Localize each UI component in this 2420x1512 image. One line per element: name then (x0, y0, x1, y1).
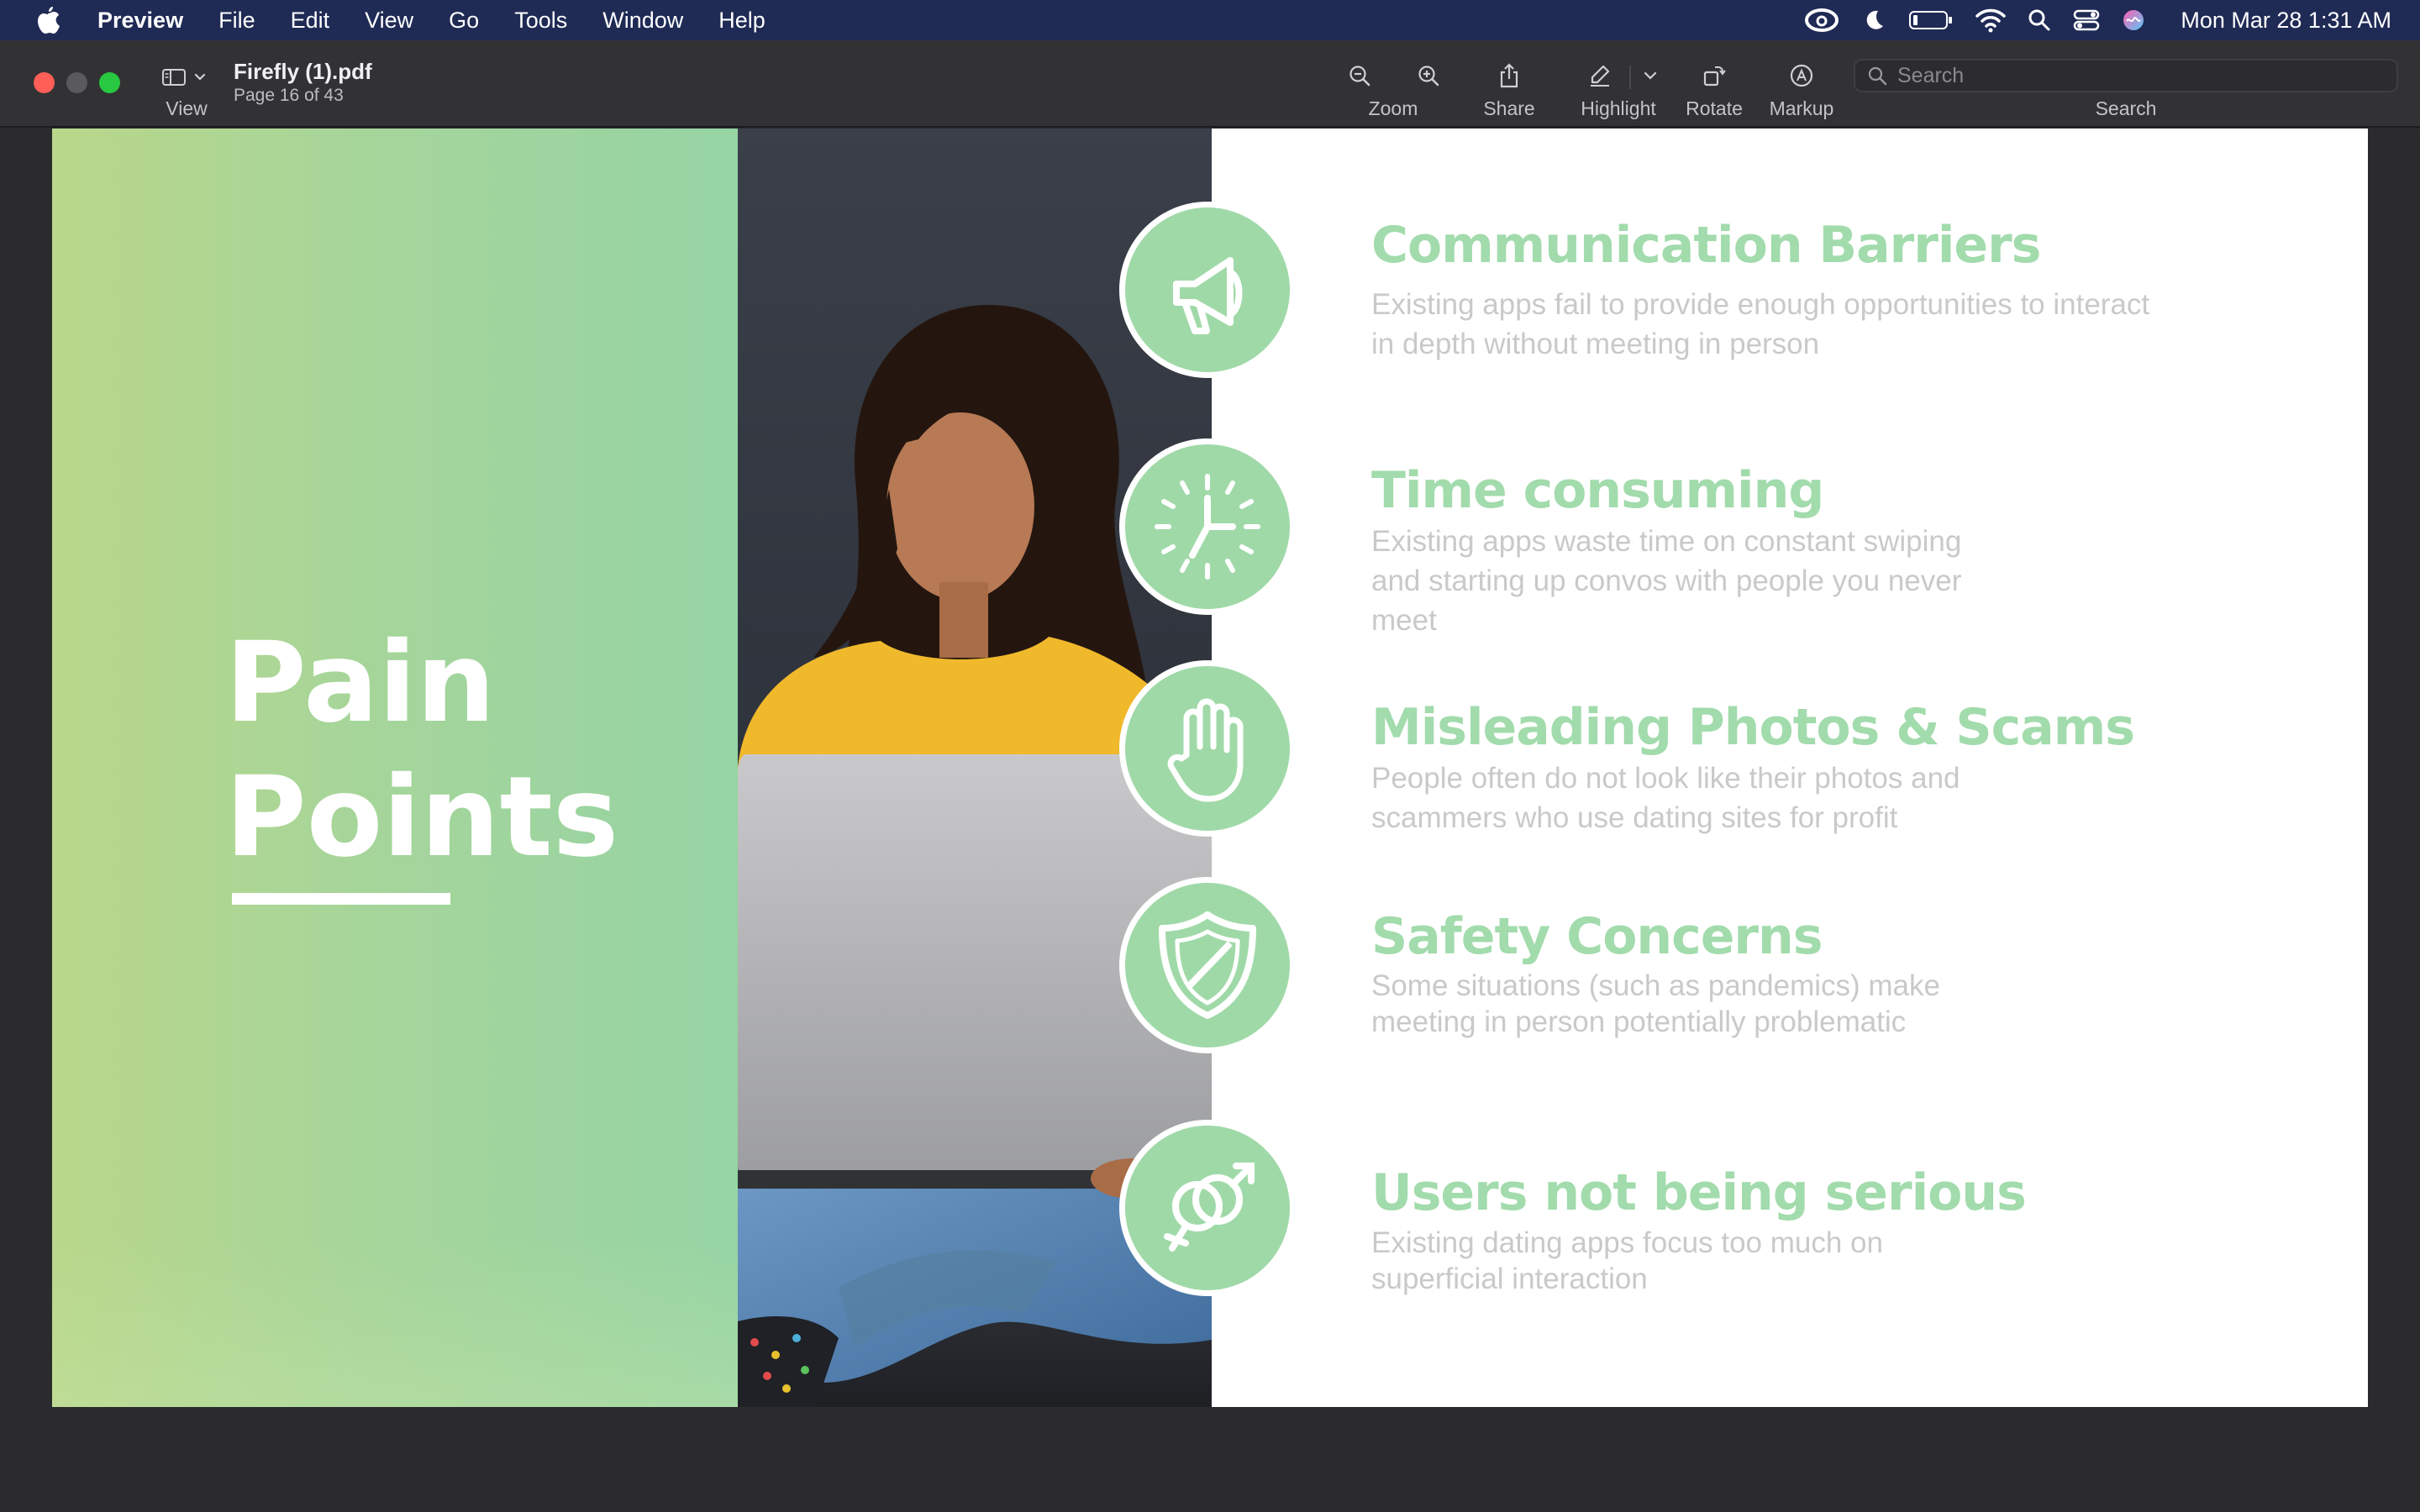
pain-point-5-description: Existing dating apps focus too much on s… (1371, 1225, 1883, 1297)
menu-help[interactable]: Help (718, 8, 765, 34)
pain-point-4-heading: Safety Concerns (1371, 907, 1823, 966)
description-line: Some situations (such as pandemics) make (1371, 969, 1940, 1002)
highlight-options-button[interactable] (1634, 59, 1667, 92)
pain-point-3-badge (1119, 660, 1296, 837)
highlighter-pen-icon (1591, 65, 1610, 87)
description-line: superficial interaction (1371, 1263, 1648, 1295)
highlight-divider (1629, 66, 1631, 89)
description-line: scammers who use dating sites for profit (1371, 801, 1898, 834)
description-line: Existing dating apps focus too much on (1371, 1226, 1883, 1259)
chevron-down-icon (1644, 71, 1657, 80)
clock-icon (1155, 474, 1260, 580)
pain-point-4-badge (1119, 877, 1296, 1053)
title-underline (232, 893, 450, 905)
creative-cloud-icon[interactable] (1804, 8, 1839, 33)
highlight-button[interactable] (1583, 59, 1617, 92)
search-icon (1868, 66, 1887, 86)
rotate-icon (1703, 66, 1726, 87)
moon-icon[interactable] (1861, 8, 1886, 33)
description-line: Existing apps fail to provide enough opp… (1371, 288, 2150, 321)
highlight-caption: Highlight (1581, 97, 1656, 119)
siri-icon[interactable] (2122, 8, 2145, 32)
search-field[interactable] (1854, 59, 2398, 92)
pain-point-2-badge (1119, 438, 1296, 615)
markup-caption: Markup (1769, 97, 1834, 119)
menu-window[interactable]: Window (602, 8, 683, 34)
menu-bar-clock[interactable]: Mon Mar 28 1:31 AM (2181, 8, 2391, 34)
menu-bar: Preview File Edit View Go Tools Window H… (0, 0, 2420, 40)
wifi-icon[interactable] (1975, 8, 2007, 33)
menu-app-preview[interactable]: Preview (97, 8, 183, 34)
window-close-button[interactable] (34, 72, 55, 93)
slide-title-line-2: Points (225, 753, 619, 882)
rotate-button[interactable] (1697, 59, 1731, 92)
search-input[interactable] (1897, 63, 2368, 88)
megaphone-icon (1173, 257, 1243, 334)
search-caption: Search (2095, 97, 2157, 119)
description-line: People often do not look like their phot… (1371, 762, 1960, 795)
zoom-out-button[interactable] (1343, 59, 1376, 92)
pain-point-1-heading: Communication Barriers (1371, 216, 2041, 275)
zoom-caption: Zoom (1368, 97, 1418, 119)
spotlight-search-icon[interactable] (2028, 8, 2051, 32)
pain-point-4-description: Some situations (such as pandemics) make… (1371, 968, 1940, 1040)
hand-icon (1167, 698, 1244, 802)
shield-icon (1159, 911, 1256, 1019)
description-line: meeting in person potentially problemati… (1371, 1005, 1907, 1038)
zoom-out-icon (1349, 66, 1370, 87)
slide-title: Pain Points (225, 616, 618, 885)
menu-edit[interactable]: Edit (291, 8, 330, 34)
window-zoom-button[interactable] (99, 72, 120, 93)
document-title[interactable]: Firefly (1).pdf (234, 59, 372, 85)
markup-pen-circle-icon (1790, 64, 1813, 87)
sidebar-icon (162, 69, 186, 86)
menu-file[interactable]: File (218, 8, 255, 34)
panel-floor-shading (52, 1239, 738, 1407)
description-line: in depth without meeting in person (1371, 328, 1820, 360)
share-caption: Share (1483, 97, 1535, 119)
slide-title-line-1: Pain (225, 618, 496, 748)
menu-go[interactable]: Go (449, 8, 479, 34)
page-indicator: Page 16 of 43 (234, 86, 344, 105)
pain-point-5-badge (1119, 1120, 1296, 1296)
pain-point-3-heading: Misleading Photos & Scams (1371, 698, 2135, 757)
pdf-page: Pain Points Communication Barriers Exist… (52, 129, 2368, 1407)
pain-point-2-description: Existing apps waste time on constant swi… (1371, 522, 1961, 640)
apple-icon[interactable] (34, 5, 62, 35)
pain-point-1-description: Existing apps fail to provide enough opp… (1371, 285, 2149, 364)
share-icon (1500, 63, 1518, 88)
window-toolbar: View Firefly (1).pdf Page 16 of 43 Zoom … (0, 40, 2420, 128)
rotate-caption: Rotate (1686, 97, 1743, 119)
pain-point-2-heading: Time consuming (1371, 461, 1824, 520)
zoom-in-icon (1418, 66, 1439, 87)
pain-point-3-description: People often do not look like their phot… (1371, 759, 1960, 837)
menu-view[interactable]: View (365, 8, 413, 34)
description-line: meet (1371, 604, 1437, 637)
pain-point-1-badge (1119, 202, 1296, 378)
zoom-in-button[interactable] (1412, 59, 1445, 92)
markup-button[interactable] (1785, 59, 1818, 92)
description-line: Existing apps waste time on constant swi… (1371, 525, 1962, 558)
control-center-icon[interactable] (2073, 8, 2100, 32)
sidebar-view-button[interactable] (161, 60, 215, 94)
view-caption: View (166, 97, 208, 119)
window-minimize-button[interactable] (66, 72, 87, 93)
chevron-down-icon (194, 73, 206, 81)
description-line: and starting up convos with people you n… (1371, 564, 1962, 597)
share-button[interactable] (1492, 59, 1526, 92)
battery-icon[interactable] (1908, 8, 1954, 32)
gender-symbols-icon (1164, 1163, 1255, 1252)
pain-point-5-heading: Users not being serious (1371, 1163, 2027, 1222)
menu-tools[interactable]: Tools (514, 8, 567, 34)
